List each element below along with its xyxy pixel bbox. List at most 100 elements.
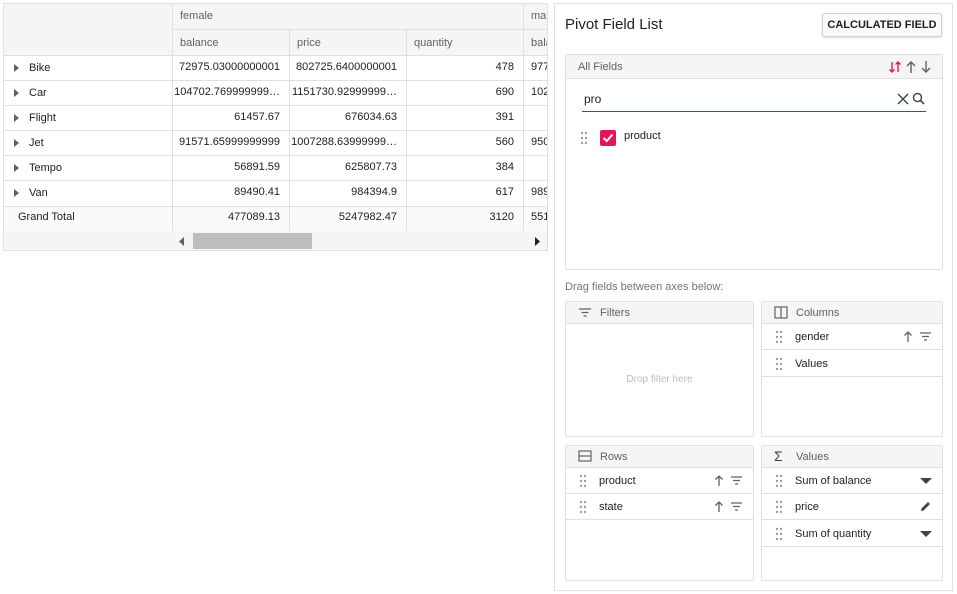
drag-hint: Drag fields between axes below: [565,281,724,293]
row-header-jet[interactable]: Jet [4,131,172,155]
cell-value: 56891.59 [234,161,280,173]
sort-toggle-icon[interactable] [888,60,902,74]
cell-value: 560 [495,136,514,148]
sort-descending-icon[interactable] [920,60,932,74]
values-header: Σ Values [762,446,942,468]
cell-value: 802725.6400000001 [296,61,397,73]
sort-ascending-icon[interactable] [714,474,724,487]
pill-label: Values [795,358,828,370]
drag-grip-icon[interactable] [775,474,783,488]
column-header-male[interactable]: mal [531,10,547,22]
pill-label: Sum of balance [795,475,872,487]
horizontal-scrollbar[interactable] [4,231,547,250]
drag-grip-icon[interactable] [579,474,587,488]
columns-icon [774,306,788,319]
sort-ascending-icon[interactable] [714,500,724,513]
row-pill-state[interactable]: state [566,494,753,520]
filters-title: Filters [600,307,630,319]
row-header-van[interactable]: Van [4,181,172,205]
grand-total-value: 477089.13 [228,211,280,223]
values-title: Values [796,451,829,463]
grand-total-value: 3120 [489,211,514,223]
field-item-product[interactable]: product [578,127,918,149]
dropdown-icon[interactable] [920,477,932,485]
filter-icon[interactable] [730,501,743,512]
value-pill-sum-of-balance[interactable]: Sum of balance [762,468,942,494]
rows-header: Rows [566,446,753,468]
columns-title: Columns [796,307,840,319]
columns-axis[interactable]: Columns gender Values [761,301,943,437]
field-search-input[interactable] [582,88,882,110]
cell-value: 384 [495,161,514,173]
column-header-quantity[interactable]: quantity [414,37,453,49]
cell-value: 676034.63 [345,111,397,123]
row-label: Bike [29,62,51,74]
drag-grip-icon[interactable] [580,131,588,145]
grand-total-value: 551 [531,211,548,223]
column-header-price[interactable]: price [297,37,321,49]
row-header-bike[interactable]: Bike [4,56,172,80]
pivot-grid: female mal balance price quantity bala B… [3,3,548,251]
scrollbar-thumb[interactable] [193,233,312,249]
row-header-car[interactable]: Car [4,81,172,105]
pivot-field-list: Pivot Field List CALCULATED FIELD All Fi… [554,3,953,591]
column-pill-gender[interactable]: gender [762,324,942,350]
cell-value: 1151730.92999999… [291,86,397,98]
expand-arrow-icon[interactable] [14,139,19,147]
value-pill-sum-of-quantity[interactable]: Sum of quantity [762,521,942,547]
columns-header: Columns [762,302,942,324]
cell-value: 989 [531,186,548,198]
pill-label: product [599,475,636,487]
expand-arrow-icon[interactable] [14,189,19,197]
values-axis[interactable]: Σ Values Sum of balance price Sum of qua… [761,445,943,581]
row-label: Jet [29,137,44,149]
column-header-female[interactable]: female [180,10,213,22]
dropdown-icon[interactable] [920,530,932,538]
scroll-left-icon[interactable] [178,237,186,246]
filter-icon[interactable] [919,331,932,342]
row-header-tempo[interactable]: Tempo [4,156,172,180]
pill-label: price [795,501,819,513]
field-checkbox[interactable] [600,130,616,146]
edit-icon[interactable] [919,500,932,513]
field-search [582,88,926,112]
clear-icon[interactable] [897,93,909,105]
cell-value: 89490.41 [234,186,280,198]
column-header-balance-male[interactable]: bala [531,37,547,49]
search-icon[interactable] [912,92,925,105]
calculated-field-button[interactable]: CALCULATED FIELD [822,13,942,37]
cell-value: 950 [531,136,548,148]
drag-grip-icon[interactable] [775,357,783,371]
drag-grip-icon[interactable] [775,527,783,541]
cell-value: 478 [495,61,514,73]
grand-total-value: 5247982.47 [338,211,397,223]
cell-value: 1007288.63999999… [291,136,397,148]
drag-grip-icon[interactable] [775,500,783,514]
rows-axis[interactable]: Rows product state [565,445,754,581]
drag-grip-icon[interactable] [775,330,783,344]
column-pill-values[interactable]: Values [762,351,942,377]
expand-arrow-icon[interactable] [14,64,19,72]
cell-value: 690 [495,86,514,98]
filters-header: Filters [566,302,753,324]
expand-arrow-icon[interactable] [14,114,19,122]
row-pill-product[interactable]: product [566,468,753,494]
cell-value: 617 [495,186,514,198]
filters-axis[interactable]: Filters Drop filter here [565,301,754,437]
drag-grip-icon[interactable] [579,500,587,514]
cell-value: 391 [495,111,514,123]
column-header-balance[interactable]: balance [180,37,219,49]
sort-ascending-icon[interactable] [905,60,917,74]
pill-label: state [599,501,623,513]
row-label: Flight [29,112,56,124]
sort-ascending-icon[interactable] [903,330,913,343]
expand-arrow-icon[interactable] [14,89,19,97]
all-fields-label: All Fields [578,61,623,73]
filter-icon[interactable] [730,475,743,486]
row-header-flight[interactable]: Flight [4,106,172,130]
cell-value: 625807.73 [345,161,397,173]
expand-arrow-icon[interactable] [14,164,19,172]
rows-title: Rows [600,451,628,463]
value-pill-price[interactable]: price [762,494,942,520]
scroll-right-icon[interactable] [534,237,542,246]
